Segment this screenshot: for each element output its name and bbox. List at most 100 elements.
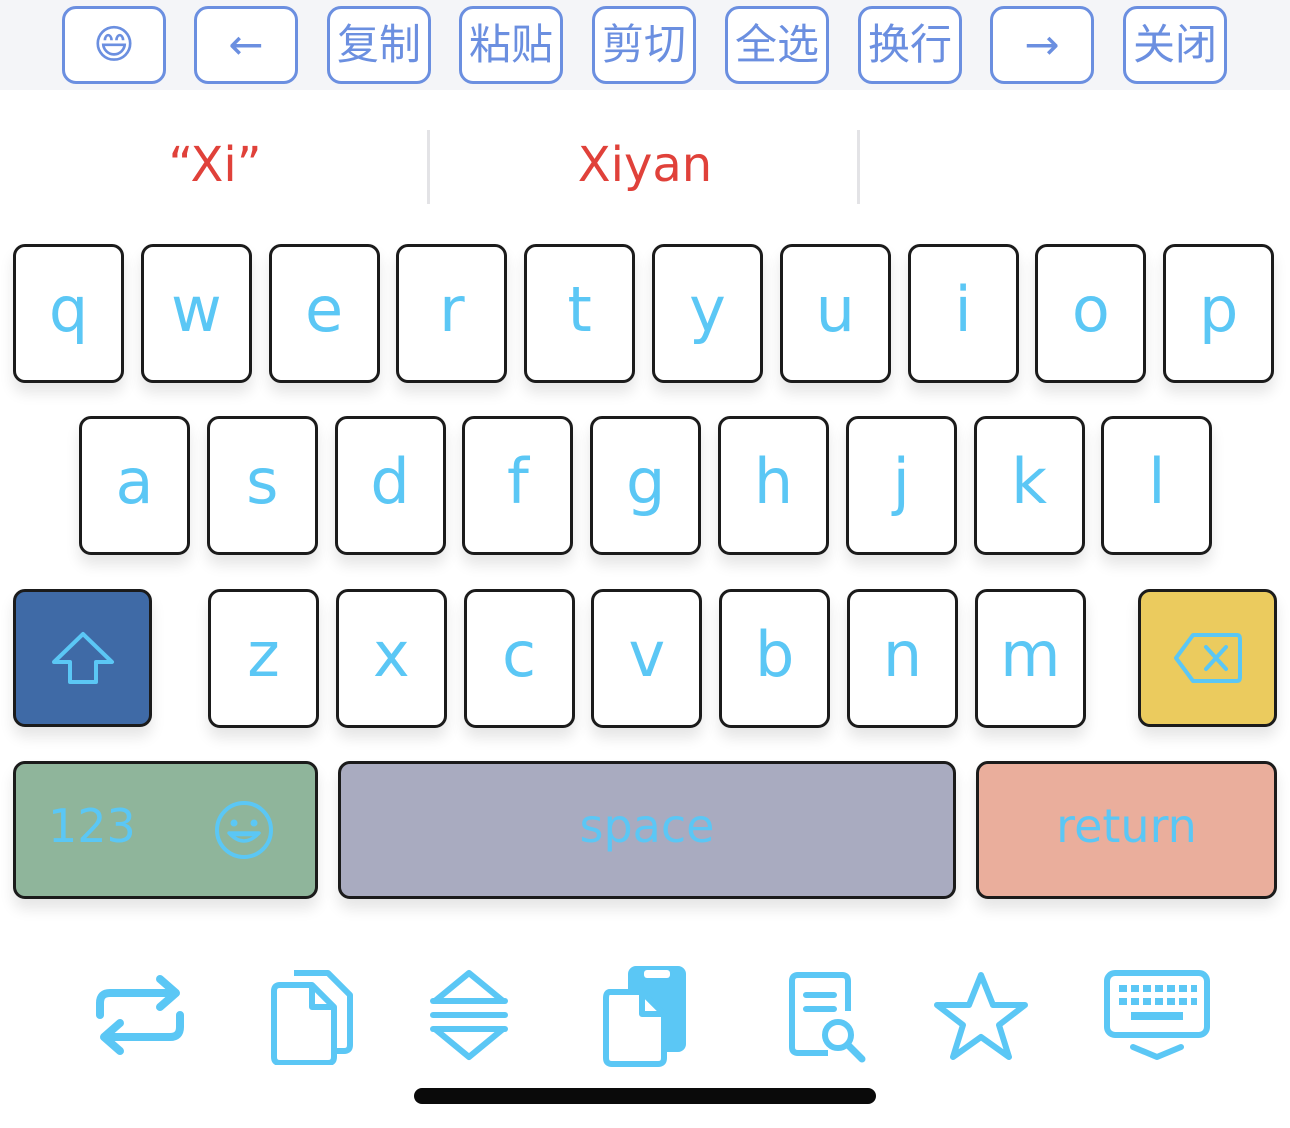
select-all-label: 全选	[734, 20, 819, 69]
emoji-button[interactable]: 😄	[62, 6, 166, 84]
key-label: h	[753, 445, 794, 518]
paste-label: 粘贴	[468, 20, 553, 69]
key-r[interactable]: r	[396, 244, 508, 383]
copy-label: 复制	[336, 20, 421, 69]
backspace-icon	[1173, 633, 1242, 683]
key-label: m	[1000, 618, 1061, 691]
key-k[interactable]: k	[973, 416, 1085, 555]
key-label: o	[1071, 273, 1110, 346]
key-b[interactable]: b	[719, 589, 831, 728]
dismiss-keyboard-tool[interactable]	[1102, 960, 1212, 1070]
close-button[interactable]: 关闭	[1123, 6, 1227, 84]
key-label: u	[815, 273, 855, 346]
close-label: 关闭	[1132, 20, 1217, 69]
key-label: y	[689, 273, 726, 346]
expand-collapse-tool[interactable]	[414, 960, 524, 1070]
key-s[interactable]: s	[206, 416, 318, 555]
document-search-icon	[789, 972, 866, 1063]
copy-button[interactable]: 复制	[327, 6, 431, 84]
key-label: b	[755, 618, 795, 691]
space-label: space	[579, 799, 715, 853]
home-indicator[interactable]	[414, 1088, 876, 1104]
key-h[interactable]: h	[718, 416, 829, 555]
return-key[interactable]: return	[976, 761, 1277, 899]
arrow-right-icon: →	[1024, 20, 1060, 69]
key-i[interactable]: i	[907, 244, 1019, 383]
switch-input-tool[interactable]	[85, 960, 195, 1070]
candidate-divider	[857, 130, 860, 204]
favorites-tool[interactable]	[926, 960, 1036, 1070]
candidate-2[interactable]: Xiyan	[430, 90, 860, 240]
candidate-2-text: Xiyan	[577, 137, 713, 193]
key-label: k	[1011, 445, 1048, 518]
key-label: i	[954, 273, 972, 346]
key-g[interactable]: g	[590, 416, 702, 555]
key-q[interactable]: q	[13, 244, 124, 383]
key-a[interactable]: a	[79, 416, 190, 555]
key-label: p	[1199, 273, 1239, 346]
cursor-left-button[interactable]: ←	[194, 6, 298, 84]
key-u[interactable]: u	[779, 244, 891, 383]
key-z[interactable]: z	[208, 589, 319, 728]
switch-arrows-icon	[96, 975, 184, 1055]
key-label: v	[628, 618, 666, 691]
key-label: f	[506, 445, 529, 518]
key-label: s	[246, 445, 279, 518]
star-icon	[934, 972, 1028, 1060]
key-label: r	[439, 273, 465, 346]
clipboard-icon	[603, 966, 686, 1067]
shift-arrow-icon	[51, 632, 114, 684]
key-j[interactable]: j	[845, 416, 957, 555]
emoji-label: 😄	[93, 22, 135, 68]
backspace-key[interactable]	[1138, 589, 1277, 727]
key-o[interactable]: o	[1035, 244, 1147, 383]
space-key[interactable]: space	[338, 761, 956, 899]
key-label: w	[170, 273, 222, 346]
paste-button[interactable]: 粘贴	[459, 6, 563, 84]
keyboard-dismiss-icon	[1104, 970, 1210, 1060]
key-label: a	[115, 445, 154, 518]
cut-label: 剪切	[601, 20, 686, 69]
documents-tool[interactable]	[258, 960, 368, 1070]
newline-button[interactable]: 换行	[858, 6, 962, 84]
key-label: d	[370, 445, 410, 518]
arrow-left-icon: ←	[228, 20, 264, 69]
return-label: return	[1056, 799, 1197, 853]
key-d[interactable]: d	[334, 416, 446, 555]
key-label: q	[48, 273, 89, 346]
candidate-1[interactable]: “Xi”	[0, 90, 430, 240]
select-all-button[interactable]: 全选	[725, 6, 829, 84]
key-y[interactable]: y	[652, 244, 763, 383]
key-label: z	[247, 618, 280, 691]
key-label: x	[372, 618, 410, 691]
key-x[interactable]: x	[335, 589, 447, 728]
key-c[interactable]: c	[463, 589, 575, 728]
key-label: e	[305, 273, 344, 346]
key-f[interactable]: f	[462, 416, 574, 555]
key-label: l	[1148, 445, 1166, 518]
document-search-tool[interactable]	[768, 960, 878, 1070]
cursor-right-button[interactable]: →	[990, 6, 1094, 84]
candidate-1-text: “Xi”	[168, 137, 262, 193]
key-label: t	[567, 273, 592, 346]
newline-label: 换行	[867, 20, 952, 69]
expand-collapse-icon	[430, 970, 508, 1060]
key-t[interactable]: t	[524, 244, 636, 383]
key-label: j	[892, 445, 910, 518]
key-m[interactable]: m	[974, 589, 1086, 728]
key-e[interactable]: e	[268, 244, 380, 383]
shortcut-toolbar: 😄 ← 复制 粘贴 剪切 全选 换行 → 关闭	[0, 0, 1290, 90]
key-l[interactable]: l	[1101, 416, 1213, 555]
key-w[interactable]: w	[140, 244, 252, 383]
numbers-emoji-key[interactable]: 123	[13, 761, 318, 899]
documents-icon	[271, 970, 353, 1065]
emoji-face-icon	[215, 801, 273, 859]
key-v[interactable]: v	[591, 589, 703, 728]
cut-button[interactable]: 剪切	[592, 6, 696, 84]
key-label: n	[882, 618, 923, 691]
shift-key[interactable]	[13, 589, 152, 727]
clipboard-tool[interactable]	[590, 960, 700, 1070]
key-p[interactable]: p	[1163, 244, 1275, 383]
key-n[interactable]: n	[847, 589, 958, 728]
numbers-label: 123	[48, 799, 136, 853]
